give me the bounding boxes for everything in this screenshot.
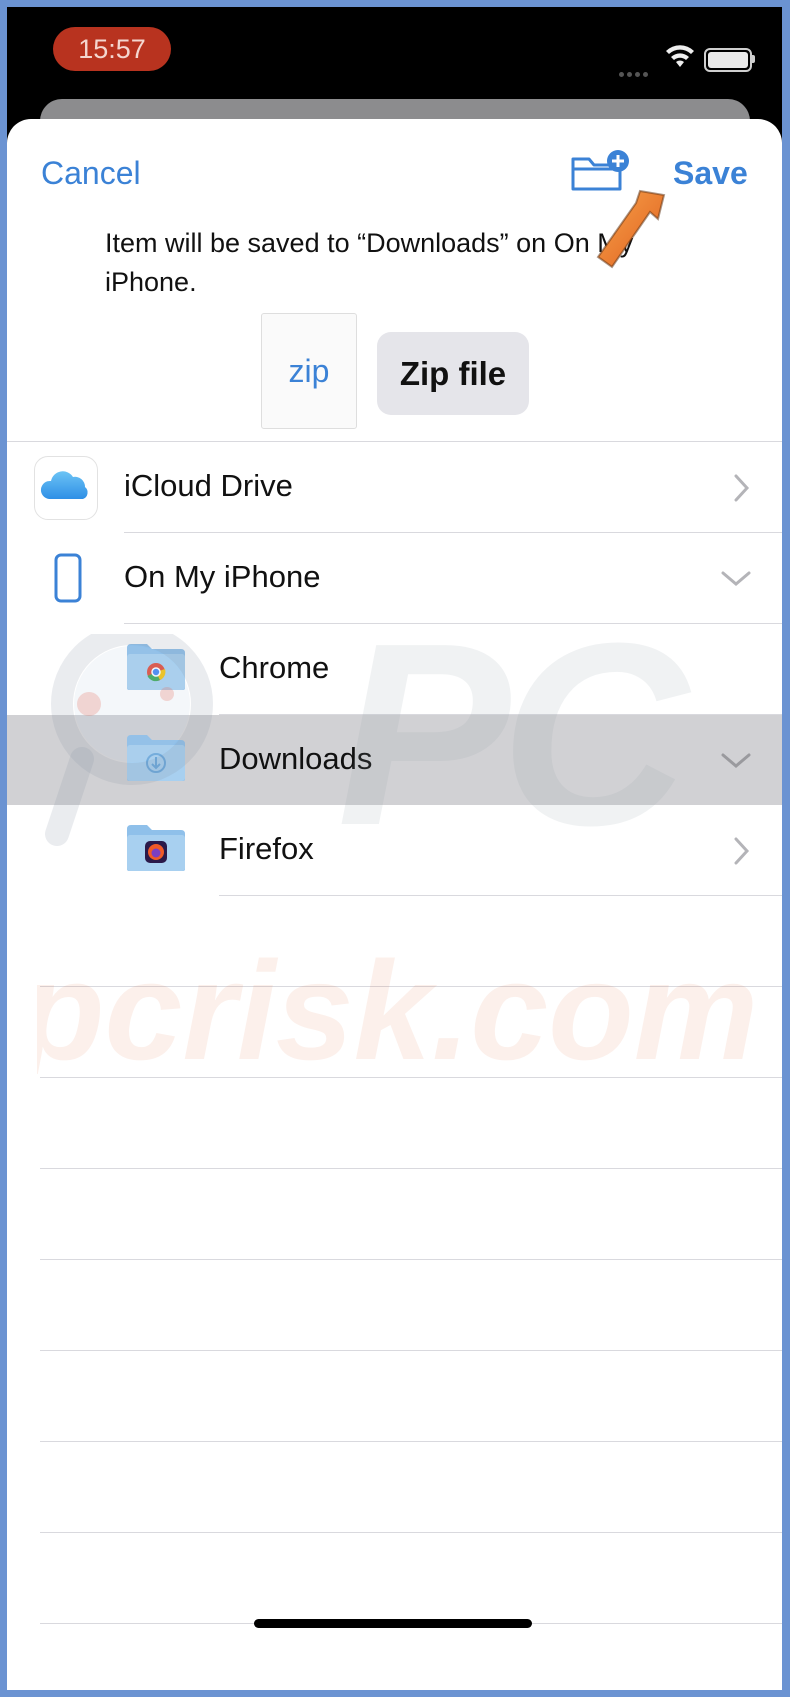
location-label: Firefox xyxy=(219,831,314,866)
divider xyxy=(219,895,782,896)
chrome-folder-icon xyxy=(127,644,185,690)
cloud-icon xyxy=(40,471,88,499)
save-location-message: Item will be saved to “Downloads” on On … xyxy=(105,228,634,297)
firefox-folder-icon xyxy=(127,825,185,871)
location-row-firefox[interactable]: Firefox xyxy=(7,805,782,895)
watermark-text: pcrisk.com xyxy=(37,932,758,1074)
chevron-right-icon xyxy=(734,474,750,502)
chevron-right-icon xyxy=(734,837,750,865)
divider xyxy=(40,1350,782,1351)
save-button[interactable]: Save xyxy=(673,155,748,192)
iphone-icon xyxy=(54,553,82,603)
location-label: Chrome xyxy=(219,650,330,685)
divider xyxy=(40,1168,782,1169)
chevron-down-icon xyxy=(721,753,751,768)
cellular-icon xyxy=(619,64,659,77)
downloads-folder-icon xyxy=(127,735,185,781)
location-row-on-my-iphone[interactable]: On My iPhone xyxy=(7,533,782,623)
chevron-down-icon xyxy=(721,571,751,586)
location-label: On My iPhone xyxy=(124,559,321,594)
home-indicator[interactable] xyxy=(254,1619,532,1628)
divider xyxy=(40,1441,782,1442)
save-sheet: Cancel Save Item will be saved to “Downl… xyxy=(7,119,782,1690)
location-label: Downloads xyxy=(219,741,373,776)
battery-tip xyxy=(752,55,755,63)
divider xyxy=(40,1077,782,1078)
file-name-field[interactable]: Zip file xyxy=(377,332,529,415)
status-time: 15:57 xyxy=(53,27,171,71)
location-row-chrome[interactable]: Chrome xyxy=(7,624,782,714)
location-row-icloud-drive[interactable]: iCloud Drive xyxy=(7,442,782,532)
divider xyxy=(40,1532,782,1533)
file-thumbnail: zip xyxy=(261,313,357,429)
wifi-icon xyxy=(666,45,694,67)
divider xyxy=(40,986,782,987)
annotation-arrow-icon xyxy=(596,189,666,269)
icloud-tile xyxy=(34,456,98,520)
cancel-button[interactable]: Cancel xyxy=(41,155,141,192)
battery-icon xyxy=(704,48,752,72)
phone-screen: 15:57 Cancel Save Item will be saved to … xyxy=(7,7,782,1690)
location-label: iCloud Drive xyxy=(124,468,293,503)
divider xyxy=(40,1259,782,1260)
location-row-downloads[interactable]: Downloads xyxy=(7,715,782,805)
